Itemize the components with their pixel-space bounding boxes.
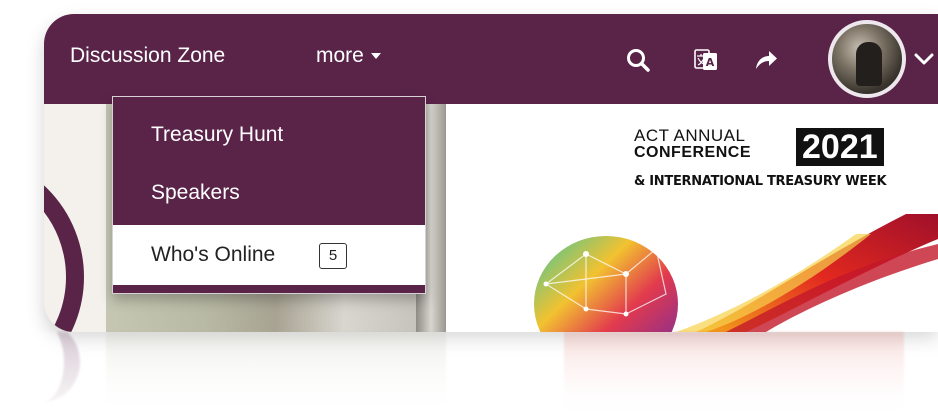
menu-item-label: Who's Online <box>151 243 276 266</box>
logo-line-3: & INTERNATIONAL TREASURY WEEK <box>634 174 887 189</box>
nav-discussion-zone[interactable]: Discussion Zone <box>70 44 225 68</box>
svg-text:A: A <box>706 56 715 69</box>
caret-down-icon <box>370 53 381 60</box>
more-dropdown-menu: Treasury Hunt Speakers Who's Online 5 <box>112 96 426 294</box>
chevron-down-icon[interactable] <box>914 52 934 66</box>
menu-item-whos-online[interactable]: Who's Online 5 <box>113 225 425 285</box>
online-count-badge: 5 <box>319 243 347 269</box>
logo-year: 2021 <box>796 128 884 166</box>
conference-banner: ACT ANNUAL CONFERENCE 2021 & INTERNATION… <box>446 104 938 332</box>
conference-logo: ACT ANNUAL CONFERENCE 2021 & INTERNATION… <box>634 126 924 216</box>
translate-icon[interactable]: A <box>692 46 720 74</box>
banner-artwork <box>534 214 938 332</box>
top-navbar: Discussion Zone more A <box>44 14 938 104</box>
user-avatar[interactable] <box>828 20 906 98</box>
menu-item-speakers[interactable]: Speakers <box>113 165 425 223</box>
menu-item-label: Speakers <box>151 181 240 204</box>
menu-item-label: Treasury Hunt <box>151 123 284 146</box>
share-icon[interactable] <box>752 46 780 74</box>
nav-more-label: more <box>316 44 364 67</box>
logo-line-1: ACT ANNUAL <box>634 126 746 145</box>
decorative-ring <box>44 152 84 332</box>
search-icon[interactable] <box>624 46 652 74</box>
app-viewport: ACT ANNUAL CONFERENCE 2021 & INTERNATION… <box>44 14 938 332</box>
logo-line-2: CONFERENCE <box>634 144 752 161</box>
reflection-fade <box>0 332 938 416</box>
menu-item-treasury-hunt[interactable]: Treasury Hunt <box>113 107 425 165</box>
nav-more-dropdown[interactable]: more <box>316 44 381 68</box>
